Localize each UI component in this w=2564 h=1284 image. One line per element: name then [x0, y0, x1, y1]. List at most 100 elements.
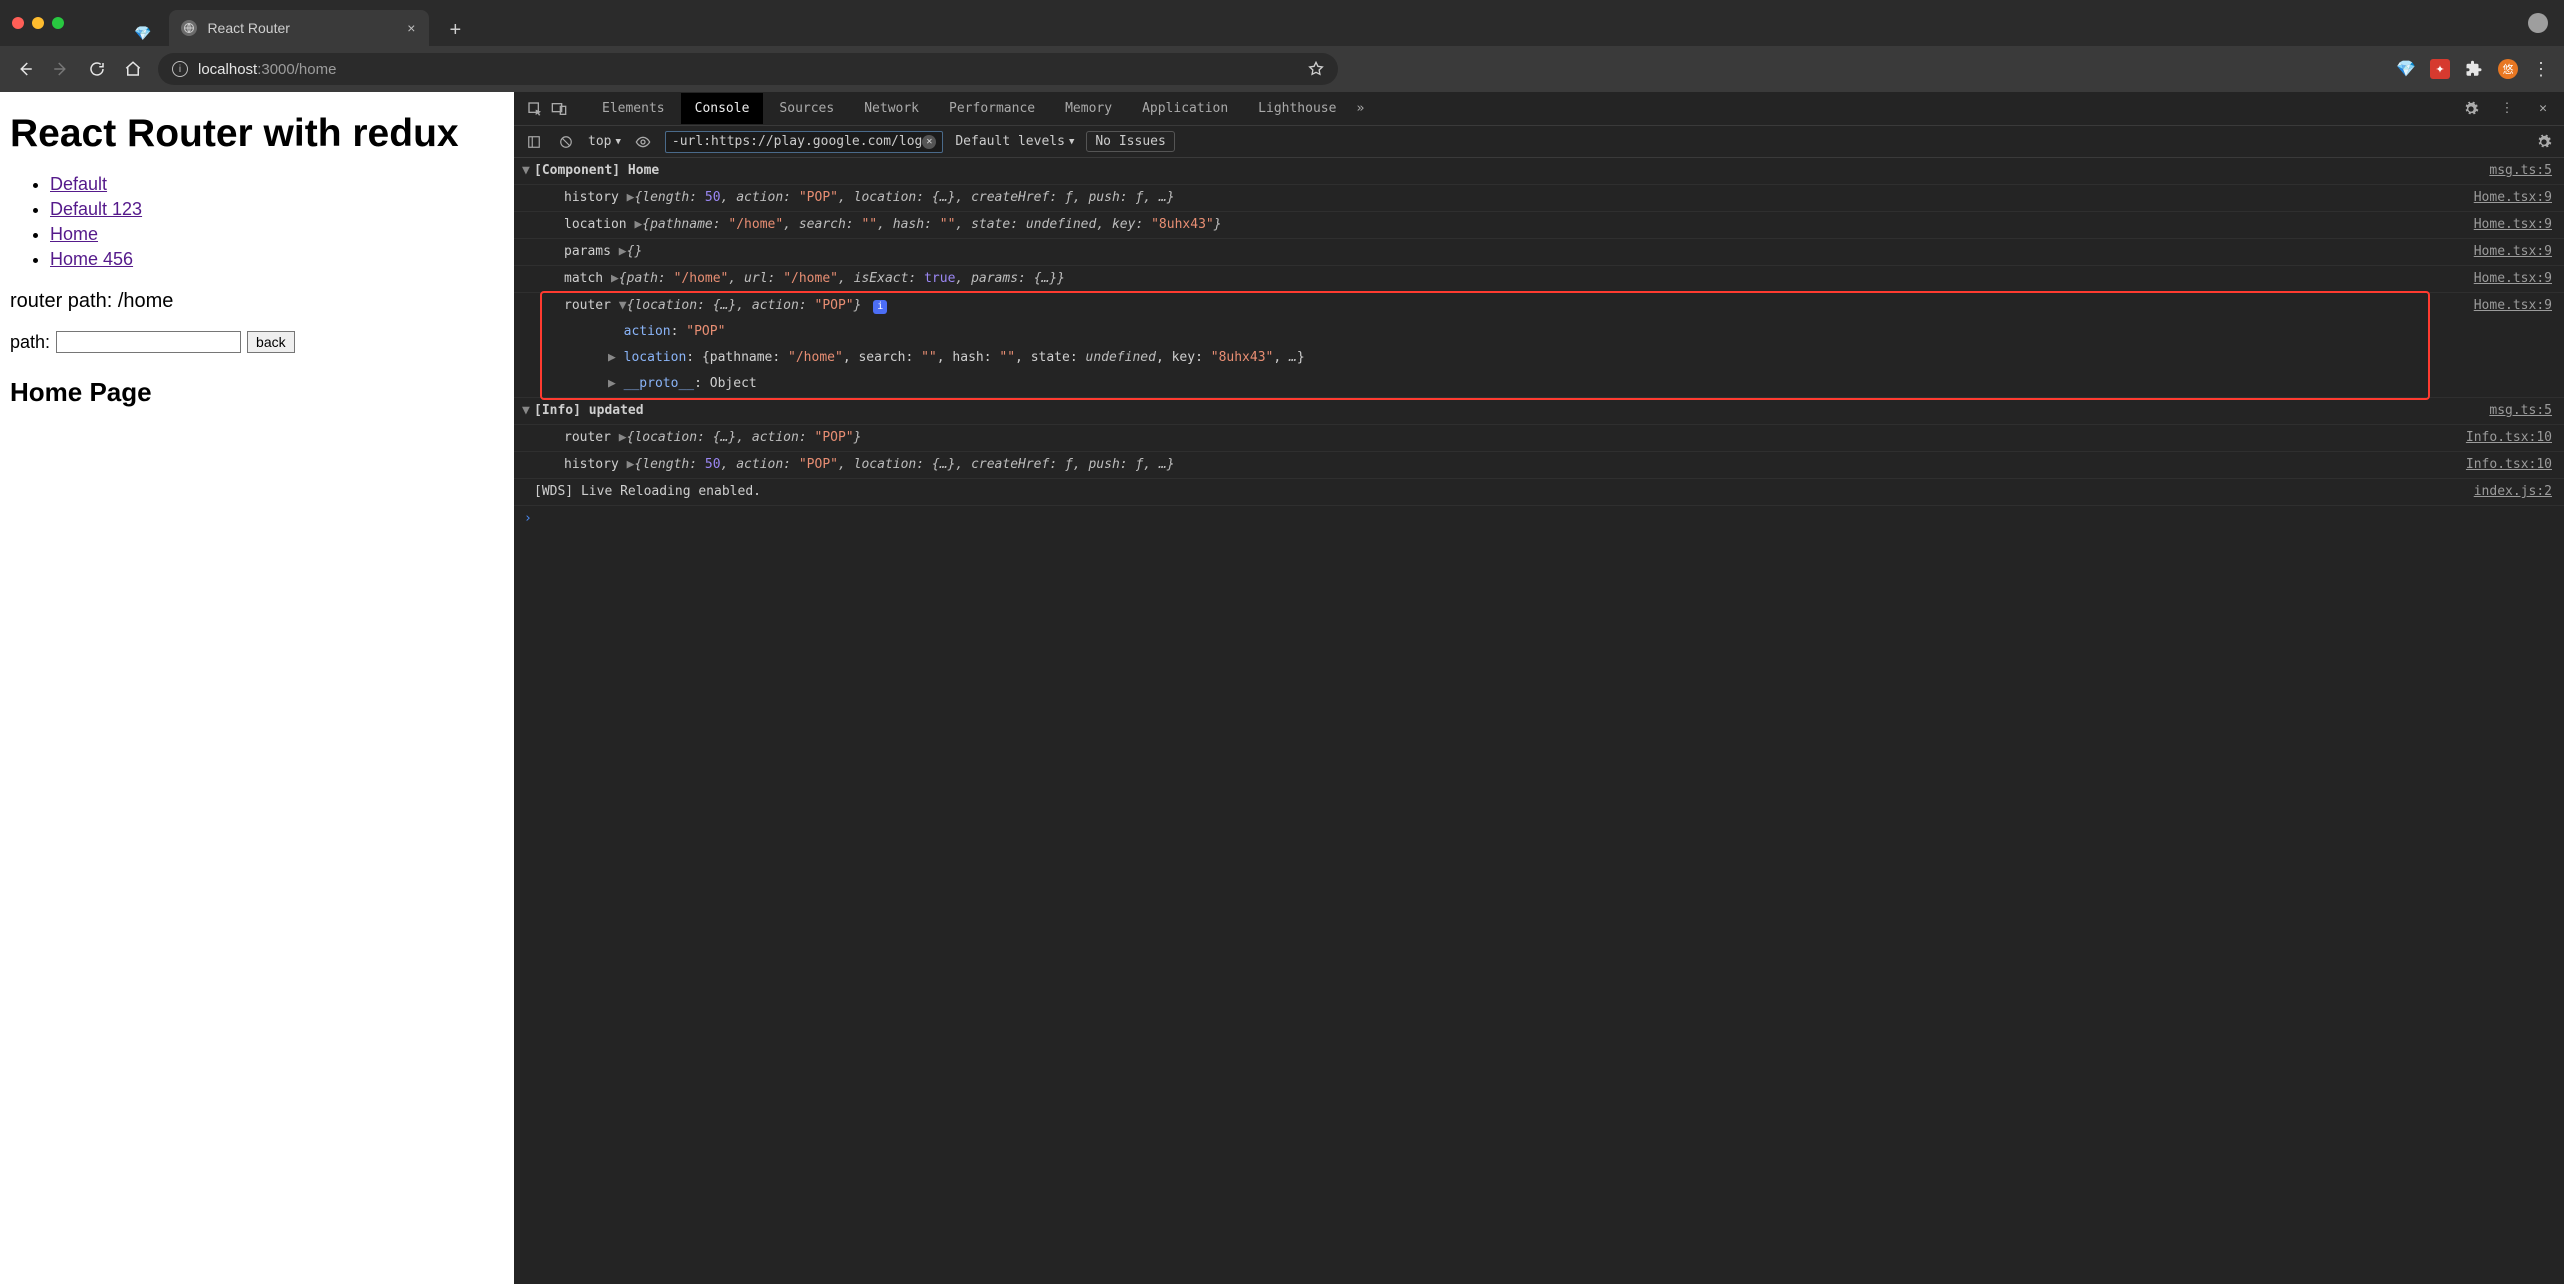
link-home-456[interactable]: Home 456	[50, 249, 133, 269]
source-link[interactable]: Home.tsx:9	[2464, 269, 2552, 289]
favicon-globe-icon	[181, 20, 197, 36]
extension-orange-icon[interactable]: 悠	[2498, 59, 2518, 79]
issues-badge[interactable]: No Issues	[1086, 131, 1174, 152]
chrome-menu-icon[interactable]: ⋮	[2532, 59, 2550, 80]
back-button-form[interactable]: back	[247, 331, 295, 353]
console-settings-icon[interactable]	[2534, 132, 2554, 152]
forward-button[interactable]	[50, 58, 72, 80]
log-label: location	[564, 217, 627, 232]
devtools-close-icon[interactable]: ✕	[2532, 98, 2554, 120]
tab-sources[interactable]: Sources	[765, 93, 848, 124]
list-item: Default	[50, 174, 504, 195]
reload-button[interactable]	[86, 58, 108, 80]
toggle-sidebar-icon[interactable]	[524, 132, 544, 152]
source-link[interactable]: Home.tsx:9	[2464, 188, 2552, 208]
link-home[interactable]: Home	[50, 224, 98, 244]
tab-performance[interactable]: Performance	[935, 93, 1049, 124]
close-window-button[interactable]	[12, 17, 24, 29]
source-link[interactable]: Home.tsx:9	[2464, 215, 2552, 235]
log-row[interactable]: location ▶{pathname: "/home", search: ""…	[514, 212, 2564, 239]
execution-context-selector[interactable]: top ▼	[588, 134, 621, 149]
log-group-header[interactable]: ▼ [Info] updated msg.ts:5	[514, 398, 2564, 425]
log-row[interactable]: match ▶{path: "/home", url: "/home", isE…	[514, 266, 2564, 293]
log-label: router	[564, 298, 611, 313]
tab-close-icon[interactable]: ×	[407, 20, 415, 36]
log-text: [Component] Home	[534, 163, 659, 178]
tab-application[interactable]: Application	[1128, 93, 1242, 124]
log-row[interactable]: router ▶{location: {…}, action: "POP"} I…	[514, 425, 2564, 452]
log-row-expanded[interactable]: router ▼{location: {…}, action: "POP"} i…	[514, 293, 2564, 319]
console-log-area[interactable]: ▼ [Component] Home msg.ts:5 history ▶{le…	[514, 158, 2564, 1284]
list-item: Home 456	[50, 249, 504, 270]
log-label: match	[564, 271, 603, 286]
extensions-puzzle-icon[interactable]	[2464, 59, 2484, 79]
tab-title: React Router	[207, 20, 397, 36]
console-filter-input[interactable]: -url:https://play.google.com/log ✕	[665, 131, 943, 153]
content-split: React Router with redux Default Default …	[0, 92, 2564, 1284]
back-button[interactable]	[14, 58, 36, 80]
minimize-window-button[interactable]	[32, 17, 44, 29]
source-link[interactable]: Info.tsx:10	[2456, 455, 2552, 475]
more-tabs-icon[interactable]: »	[1356, 101, 1364, 116]
log-levels-selector[interactable]: Default levels ▼	[955, 134, 1074, 149]
log-row-detail[interactable]: ▶ location: {pathname: "/home", search: …	[514, 345, 2564, 371]
devtools-tabbar: Elements Console Sources Network Perform…	[514, 92, 2564, 126]
tab-elements[interactable]: Elements	[588, 93, 679, 124]
url-path: :3000/home	[257, 61, 336, 78]
clear-filter-icon[interactable]: ✕	[922, 135, 936, 149]
devtools-settings-icon[interactable]	[2460, 98, 2482, 120]
new-tab-button[interactable]: +	[449, 19, 461, 42]
log-row[interactable]: params ▶{} Home.tsx:9	[514, 239, 2564, 266]
rendered-page: React Router with redux Default Default …	[0, 92, 514, 1284]
info-badge-icon[interactable]: i	[873, 300, 887, 314]
devtools-menu-icon[interactable]: ⋮	[2496, 98, 2518, 120]
tab-console[interactable]: Console	[681, 93, 764, 124]
tab-memory[interactable]: Memory	[1051, 93, 1126, 124]
browser-tab-active[interactable]: React Router ×	[169, 10, 429, 46]
home-button[interactable]	[122, 58, 144, 80]
page-title: React Router with redux	[10, 112, 504, 156]
source-link[interactable]: Home.tsx:9	[2464, 242, 2552, 262]
context-label: top	[588, 134, 611, 149]
router-path-text: router path: /home	[10, 290, 504, 313]
site-info-icon[interactable]: i	[172, 61, 188, 77]
link-default-123[interactable]: Default 123	[50, 199, 142, 219]
live-expression-icon[interactable]	[633, 132, 653, 152]
source-link[interactable]: Info.tsx:10	[2456, 428, 2552, 448]
source-link[interactable]: msg.ts:5	[2479, 401, 2552, 421]
log-label: history	[564, 190, 619, 205]
console-prompt[interactable]: ›	[514, 506, 2564, 531]
list-item: Home	[50, 224, 504, 245]
maximize-window-button[interactable]	[52, 17, 64, 29]
path-input[interactable]	[56, 331, 241, 353]
source-link[interactable]: index.js:2	[2464, 482, 2552, 502]
log-text: [WDS] Live Reloading enabled.	[534, 484, 761, 499]
device-toolbar-icon[interactable]	[548, 98, 570, 120]
levels-label: Default levels	[955, 134, 1065, 149]
tab-lighthouse[interactable]: Lighthouse	[1244, 93, 1350, 124]
source-link[interactable]: msg.ts:5	[2479, 161, 2552, 181]
extension-red-icon[interactable]: ✦	[2430, 59, 2450, 79]
source-link[interactable]: Home.tsx:9	[2464, 296, 2552, 316]
profile-avatar-icon[interactable]	[2528, 13, 2548, 33]
log-row[interactable]: [WDS] Live Reloading enabled. index.js:2	[514, 479, 2564, 506]
titlebar: 💎 React Router × +	[0, 0, 2564, 46]
log-label: history	[564, 457, 619, 472]
url-text: localhost:3000/home	[198, 61, 336, 78]
log-row[interactable]: history ▶{length: 50, action: "POP", loc…	[514, 452, 2564, 479]
log-group-header[interactable]: ▼ [Component] Home msg.ts:5	[514, 158, 2564, 185]
clear-console-icon[interactable]	[556, 132, 576, 152]
bookmark-star-icon[interactable]	[1308, 61, 1324, 77]
tab-network[interactable]: Network	[850, 93, 933, 124]
tab-strip: 💎 React Router × +	[134, 0, 461, 46]
inspect-element-icon[interactable]	[524, 98, 546, 120]
address-bar[interactable]: i localhost:3000/home	[158, 53, 1338, 85]
pinned-tab-gem-icon[interactable]: 💎	[134, 25, 151, 42]
console-toolbar: top ▼ -url:https://play.google.com/log ✕…	[514, 126, 2564, 158]
link-default[interactable]: Default	[50, 174, 107, 194]
log-row[interactable]: history ▶{length: 50, action: "POP", loc…	[514, 185, 2564, 212]
log-row-detail[interactable]: ▶ __proto__: Object	[514, 371, 2564, 398]
nav-links-list: Default Default 123 Home Home 456	[50, 174, 504, 270]
log-row-detail[interactable]: action: "POP"	[514, 319, 2564, 345]
extension-gem-icon[interactable]: 💎	[2396, 59, 2416, 79]
